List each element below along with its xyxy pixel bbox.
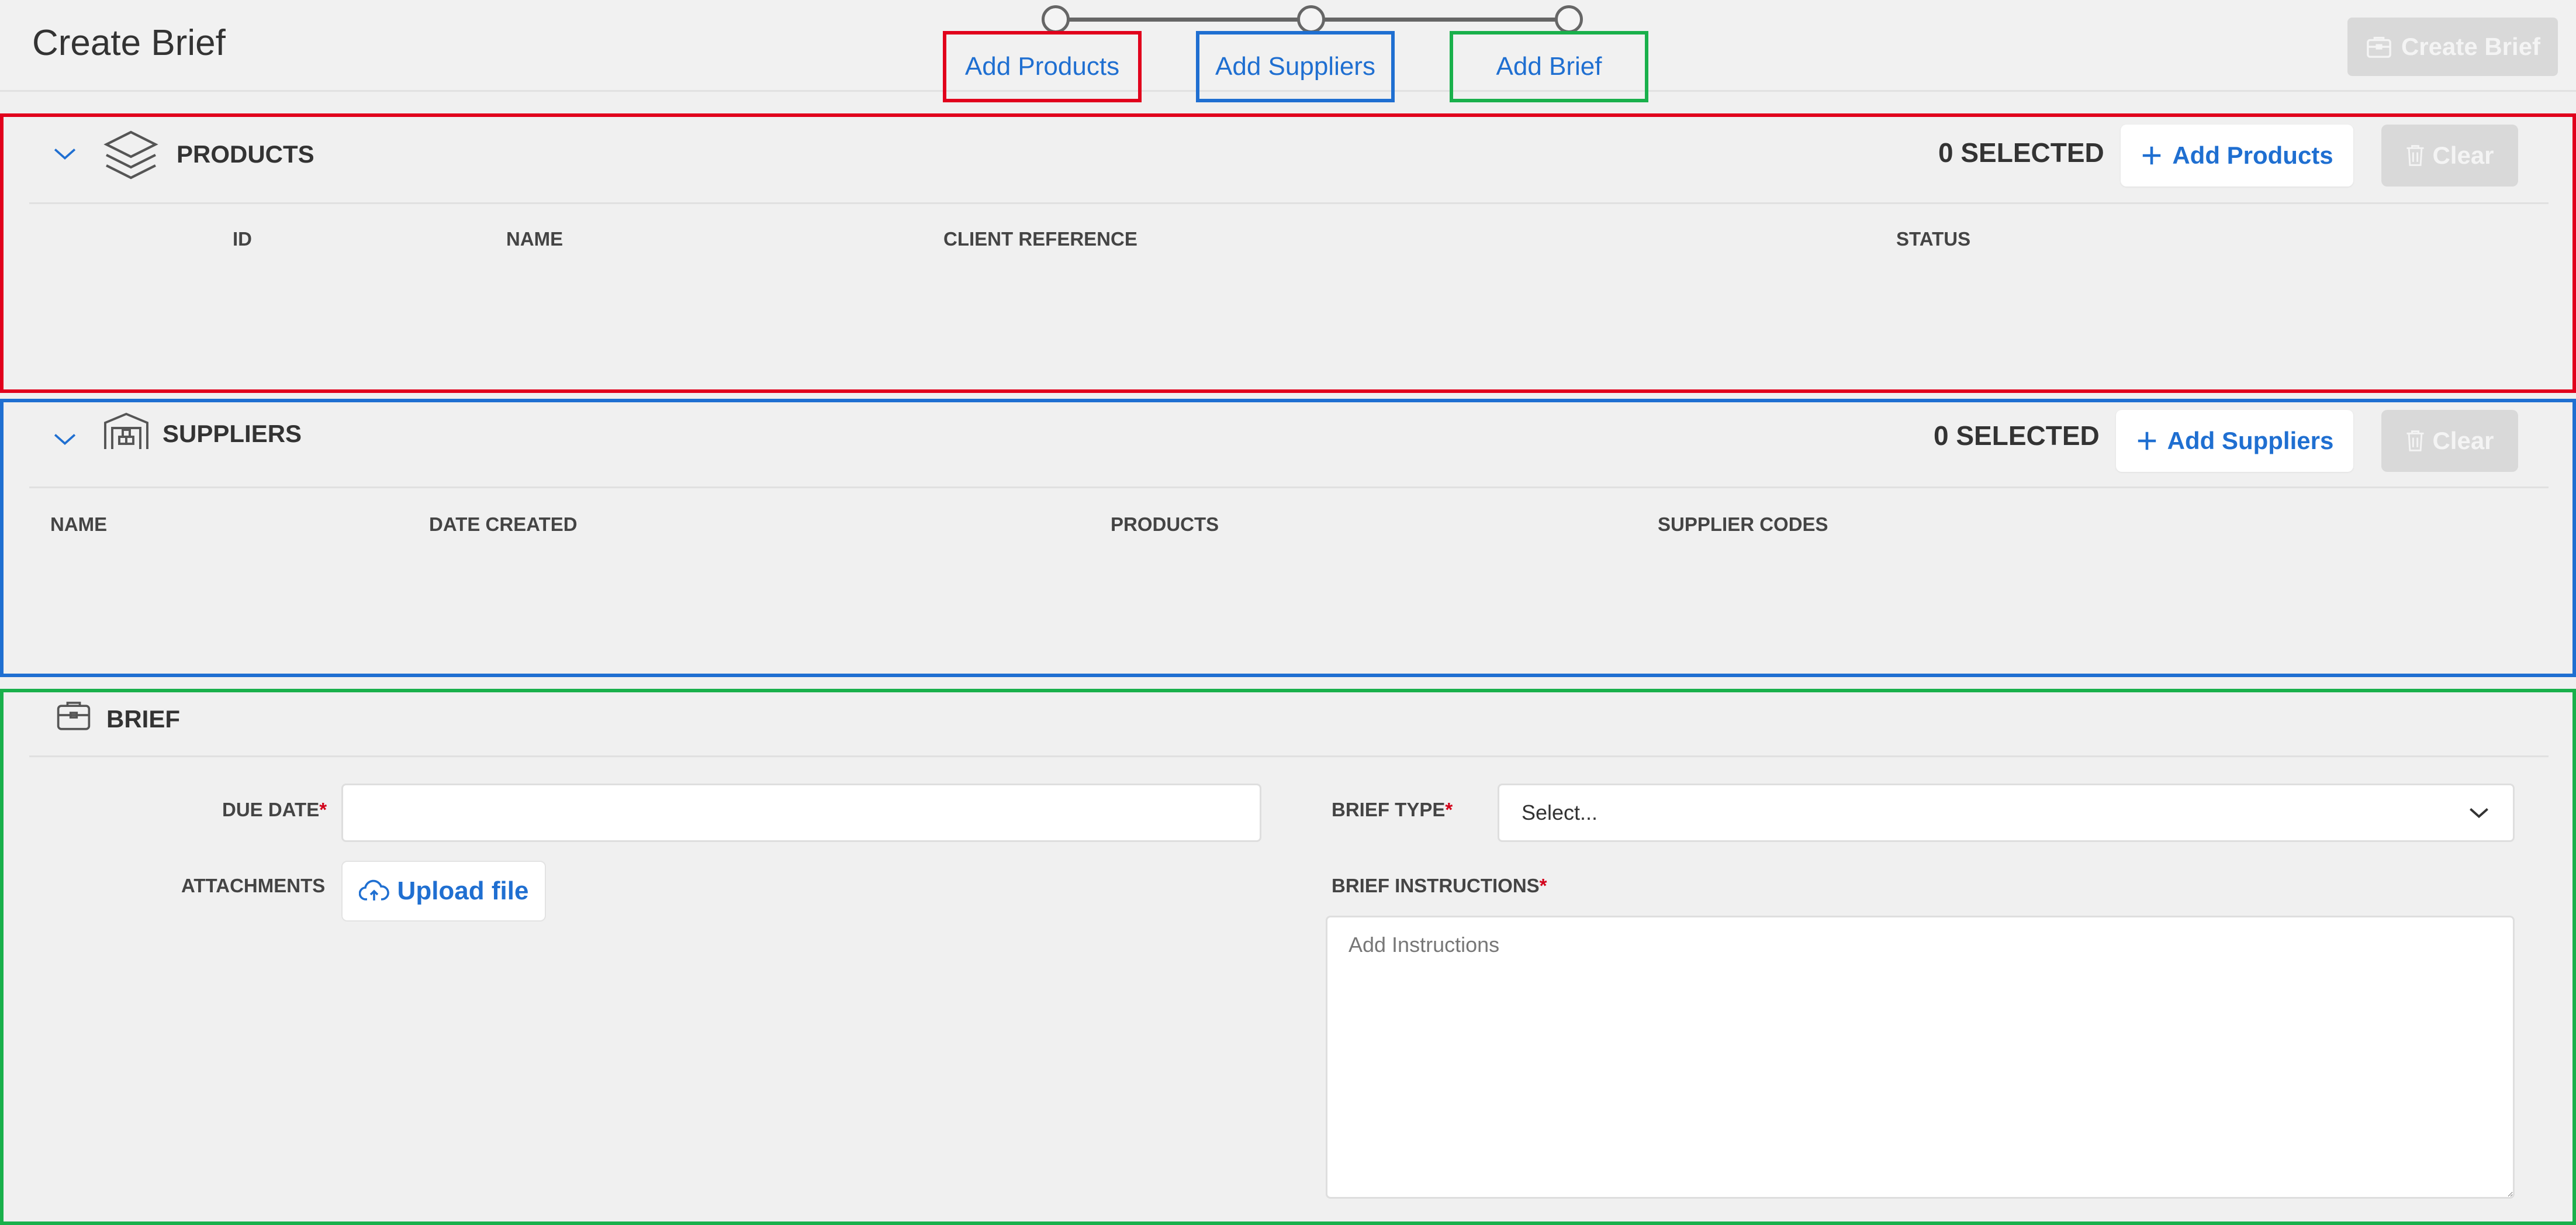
clear-label: Clear (2432, 142, 2494, 169)
column-header-status: STATUS (1896, 228, 1971, 250)
section-divider (29, 202, 2549, 204)
column-header-name: NAME (50, 513, 108, 535)
warehouse-icon (104, 412, 148, 449)
page-title: Create Brief (32, 23, 226, 63)
step-label: Add Brief (1496, 52, 1602, 81)
step-dot-suppliers[interactable] (1297, 5, 1325, 33)
briefcase-icon (2367, 37, 2391, 58)
add-products-button[interactable]: Add Products (2121, 125, 2353, 187)
column-header-supplier-codes: SUPPLIER CODES (1658, 513, 1828, 535)
suppliers-title: SUPPLIERS (162, 420, 302, 447)
due-date-label-text: DUE DATE (222, 799, 320, 820)
suppliers-selected-count: 0 SELECTED (1934, 420, 2100, 451)
create-brief-label: Create Brief (2401, 33, 2541, 60)
trash-icon (2406, 430, 2425, 451)
clear-label: Clear (2432, 427, 2494, 454)
plus-icon (2143, 146, 2161, 165)
brief-instructions-textarea[interactable] (1326, 916, 2515, 1199)
step-add-products[interactable]: Add Products (943, 31, 1142, 102)
step-add-suppliers[interactable]: Add Suppliers (1196, 31, 1395, 102)
brief-title: BRIEF (106, 705, 180, 733)
column-header-client-reference: CLIENT REFERENCE (943, 228, 1137, 250)
layers-icon (103, 130, 158, 180)
required-mark: * (1445, 799, 1453, 820)
chevron-down-icon (2470, 808, 2488, 819)
add-suppliers-button[interactable]: Add Suppliers (2116, 410, 2353, 472)
column-header-date-created: DATE CREATED (429, 513, 578, 535)
step-dot-brief[interactable] (1555, 5, 1583, 33)
suppliers-section: SUPPLIERS 0 SELECTED Add Suppliers Clear… (0, 399, 2576, 677)
upload-file-button[interactable]: Upload file (341, 861, 546, 922)
chevron-down-icon[interactable] (51, 430, 78, 448)
due-date-input[interactable] (341, 784, 1261, 842)
due-date-label: DUE DATE* (222, 799, 327, 821)
section-divider (29, 486, 2549, 488)
clear-products-button[interactable]: Clear (2381, 125, 2518, 187)
brief-type-label: BRIEF TYPE* (1332, 799, 1453, 821)
brief-type-value: Select... (1522, 800, 1598, 824)
brief-instructions-label: BRIEF INSTRUCTIONS* (1332, 875, 1547, 897)
column-header-name: NAME (506, 228, 563, 250)
upload-file-label: Upload file (397, 877, 529, 905)
briefcase-icon (57, 702, 91, 730)
add-products-label: Add Products (2172, 142, 2333, 169)
attachments-label: ATTACHMENTS (181, 875, 326, 896)
products-section: PRODUCTS 0 SELECTED Add Products Clear I… (0, 113, 2576, 393)
create-brief-button[interactable]: Create Brief (2347, 18, 2558, 76)
required-mark: * (1539, 875, 1547, 896)
trash-icon (2406, 145, 2425, 166)
column-header-id: ID (233, 228, 252, 250)
required-mark: * (319, 799, 327, 820)
step-label: Add Suppliers (1215, 52, 1375, 81)
step-dot-products[interactable] (1042, 5, 1070, 33)
section-divider (29, 755, 2549, 757)
chevron-down-icon[interactable] (51, 145, 78, 163)
column-header-products: PRODUCTS (1111, 513, 1219, 535)
brief-section: BRIEF DUE DATE* ATTACHMENTS Upload file … (0, 689, 2576, 1225)
brief-instructions-label-text: BRIEF INSTRUCTIONS (1332, 875, 1540, 896)
products-selected-count: 0 SELECTED (1938, 137, 2104, 168)
step-label: Add Products (964, 52, 1120, 81)
plus-icon (2138, 432, 2156, 450)
brief-type-label-text: BRIEF TYPE (1332, 799, 1446, 820)
clear-suppliers-button[interactable]: Clear (2381, 410, 2518, 472)
step-add-brief[interactable]: Add Brief (1450, 31, 1648, 102)
cloud-upload-icon (358, 879, 389, 900)
products-title: PRODUCTS (177, 140, 314, 168)
add-suppliers-label: Add Suppliers (2167, 427, 2334, 454)
brief-type-select[interactable]: Select... (1498, 784, 2515, 842)
